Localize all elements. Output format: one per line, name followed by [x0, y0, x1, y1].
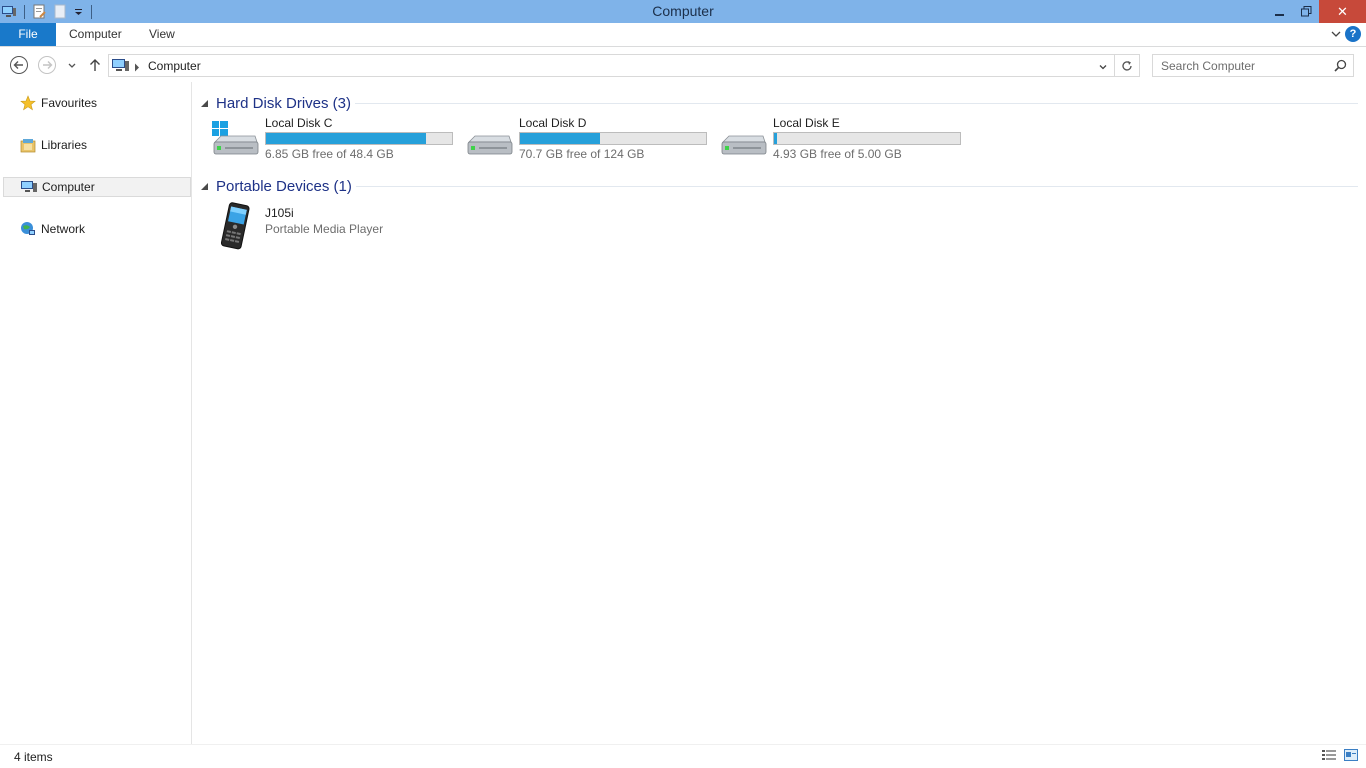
address-bar[interactable]: Computer [108, 54, 1115, 77]
network-icon [19, 221, 37, 237]
search-box[interactable] [1152, 54, 1354, 77]
drive-usage-bar [773, 132, 961, 145]
drive-usage-fill [266, 133, 426, 144]
up-button[interactable] [85, 55, 105, 75]
device-j105i[interactable]: J105i Portable Media Player [213, 202, 463, 252]
nav-item-label: Libraries [41, 138, 88, 152]
drive-name: Local Disk D [519, 116, 587, 130]
group-header[interactable]: Portable Devices (1) [201, 176, 352, 196]
ribbon: File Computer View ? [0, 23, 1366, 47]
drive-usage-bar [519, 132, 707, 145]
collapse-triangle-icon[interactable] [201, 179, 208, 193]
group-title: Hard Disk Drives (3) [216, 94, 352, 112]
breadcrumb[interactable]: Computer [148, 59, 201, 73]
address-history-dropdown-icon[interactable] [1098, 61, 1108, 75]
navigation-pane: Favourites Libraries Computer Network [0, 82, 192, 744]
nav-item-label: Favourites [41, 96, 98, 110]
drive-usage-fill [520, 133, 600, 144]
nav-item-network[interactable]: Network [3, 219, 191, 239]
restore-button[interactable] [1293, 0, 1319, 23]
help-button[interactable]: ? [1345, 26, 1361, 42]
computer-icon [112, 58, 130, 76]
drive-usage-bar [265, 132, 453, 145]
close-button[interactable]: ✕ [1319, 0, 1366, 23]
device-type: Portable Media Player [265, 222, 384, 236]
content-pane: Hard Disk Drives (3) Local Disk C 6.85 G… [193, 82, 1366, 744]
window-controls: ✕ [1267, 0, 1366, 23]
drive-local-disk-d[interactable]: Local Disk D 70.7 GB free of 124 GB [465, 116, 715, 162]
drive-local-disk-c[interactable]: Local Disk C 6.85 GB free of 48.4 GB [211, 116, 461, 162]
item-count: 4 items [14, 750, 53, 764]
drive-free-space: 4.93 GB free of 5.00 GB [773, 147, 902, 161]
collapse-triangle-icon[interactable] [201, 96, 208, 110]
group-header[interactable]: Hard Disk Drives (3) [201, 93, 351, 113]
group-divider [355, 103, 1358, 104]
tiles-view-icon [1344, 749, 1358, 761]
tab-view[interactable]: View [149, 23, 175, 46]
window-title: Computer [652, 3, 714, 19]
drive-name: Local Disk C [265, 116, 333, 130]
hard-drive-icon [719, 120, 767, 160]
expand-ribbon-chevron-icon[interactable] [1330, 28, 1342, 40]
device-name: J105i [265, 206, 294, 220]
drive-name: Local Disk E [773, 116, 840, 130]
drive-usage-fill [774, 133, 777, 144]
navigation-bar: Computer [0, 47, 1366, 82]
drive-free-space: 70.7 GB free of 124 GB [519, 147, 645, 161]
nav-item-label: Computer [42, 180, 95, 194]
details-view-button[interactable] [1322, 749, 1338, 763]
tiles-view-button[interactable] [1344, 749, 1360, 763]
drive-local-disk-e[interactable]: Local Disk E 4.93 GB free of 5.00 GB [719, 116, 969, 162]
drive-free-space: 6.85 GB free of 48.4 GB [265, 147, 394, 161]
mobile-phone-icon [213, 202, 259, 255]
nav-item-computer[interactable]: Computer [3, 177, 191, 197]
status-bar: 4 items [0, 744, 1366, 768]
nav-item-libraries[interactable]: Libraries [3, 135, 191, 155]
refresh-icon [1122, 60, 1132, 71]
computer-icon [20, 179, 38, 195]
forward-button[interactable] [37, 55, 57, 75]
close-icon: ✕ [1337, 3, 1348, 19]
refresh-button[interactable] [1114, 54, 1140, 77]
back-button[interactable] [9, 55, 29, 75]
star-icon [19, 95, 37, 111]
search-icon[interactable] [1334, 59, 1347, 75]
libraries-icon [19, 137, 37, 153]
system-hard-drive-icon [211, 120, 259, 160]
minimize-button[interactable] [1267, 0, 1293, 23]
group-title: Portable Devices (1) [216, 177, 352, 195]
search-input[interactable] [1153, 55, 1329, 76]
nav-item-favourites[interactable]: Favourites [3, 93, 191, 113]
nav-item-label: Network [41, 222, 86, 236]
tab-file[interactable]: File [0, 23, 56, 46]
recent-locations-dropdown[interactable] [62, 55, 82, 75]
group-divider [356, 186, 1358, 187]
hard-drive-icon [465, 120, 513, 160]
tab-computer[interactable]: Computer [69, 23, 122, 46]
breadcrumb-chevron-icon[interactable] [134, 61, 140, 75]
details-view-icon [1322, 750, 1336, 760]
title-bar: Computer ✕ [0, 0, 1366, 23]
